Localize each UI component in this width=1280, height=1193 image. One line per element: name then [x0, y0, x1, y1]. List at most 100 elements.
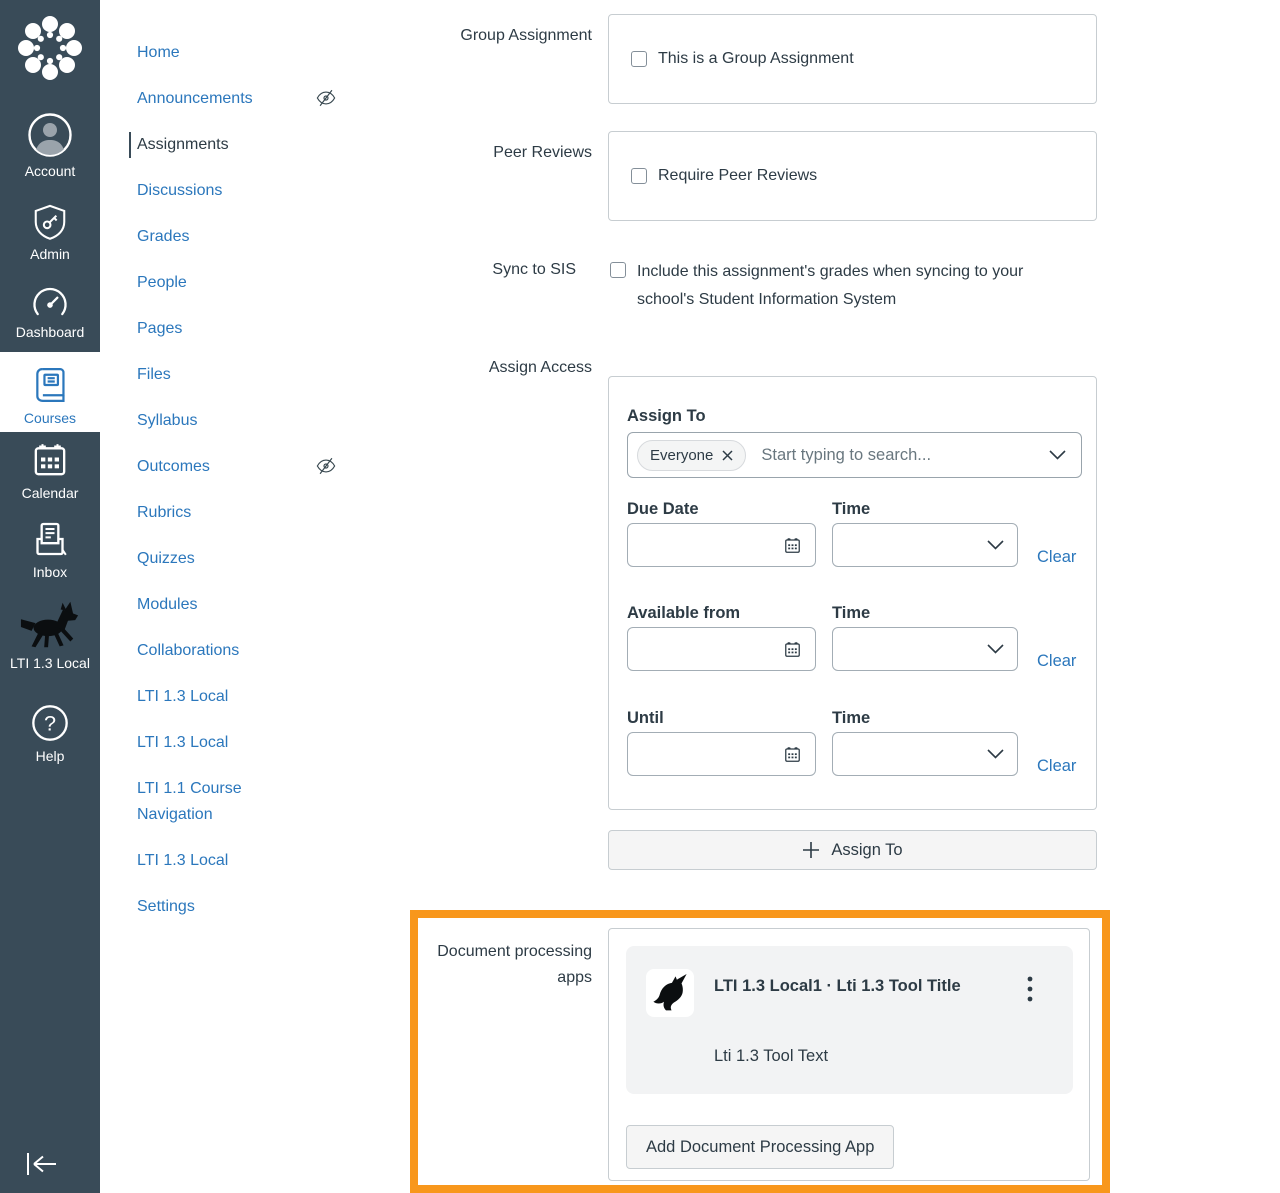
chevron-down-icon[interactable] — [987, 540, 1004, 550]
available-from-time-select[interactable] — [832, 627, 1018, 671]
available-from-time-label: Time — [832, 604, 871, 622]
sidebar-item-dashboard[interactable]: Dashboard — [0, 283, 100, 340]
course-nav-link[interactable]: People — [137, 270, 187, 296]
course-nav-item-announcements[interactable]: Announcements — [137, 86, 337, 112]
inbox-icon — [36, 522, 67, 556]
until-clear-link[interactable]: Clear — [1037, 757, 1076, 776]
course-nav-item-lti-13-local-2[interactable]: LTI 1.3 Local — [137, 730, 337, 756]
group-assignment-box: This is a Group Assignment — [608, 14, 1097, 104]
chevron-down-icon[interactable] — [1049, 450, 1066, 460]
calendar-icon[interactable] — [783, 745, 802, 764]
sidebar-item-account[interactable]: Account — [0, 112, 100, 179]
peer-reviews-checkbox-row[interactable]: Require Peer Reviews — [631, 167, 817, 185]
assign-to-heading: Assign To — [627, 407, 706, 425]
chevron-down-icon[interactable] — [987, 644, 1004, 654]
sync-to-sis-checkbox-row[interactable]: Include this assignment's grades when sy… — [610, 258, 1055, 314]
sidebar-item-inbox[interactable]: Inbox — [0, 519, 100, 580]
unicorn-icon — [20, 601, 79, 648]
course-nav-item-lti-13-local-1[interactable]: LTI 1.3 Local — [137, 684, 337, 710]
course-nav-link[interactable]: Settings — [137, 894, 195, 920]
chevron-down-icon[interactable] — [987, 749, 1004, 759]
course-nav-item-assignments[interactable]: Assignments — [129, 132, 329, 158]
course-nav-item-grades[interactable]: Grades — [137, 224, 337, 250]
course-nav-item-home[interactable]: Home — [137, 40, 337, 66]
due-date-input[interactable] — [627, 523, 816, 567]
available-from-date-input[interactable] — [627, 627, 816, 671]
course-nav-link[interactable]: Rubrics — [137, 500, 191, 526]
course-nav-item-collaborations[interactable]: Collaborations — [137, 638, 337, 664]
course-nav-item-outcomes[interactable]: Outcomes — [137, 454, 337, 480]
assign-to-search-input[interactable] — [759, 444, 1036, 466]
assignment-settings-form: Group Assignment This is a Group Assignm… — [345, 0, 1280, 1193]
sidebar-item-courses[interactable]: Courses — [0, 352, 100, 432]
course-nav-link[interactable]: Pages — [137, 316, 182, 342]
course-nav-item-modules[interactable]: Modules — [137, 592, 337, 618]
course-nav-link[interactable]: LTI 1.3 Local — [137, 848, 228, 874]
course-nav-link[interactable]: Outcomes — [137, 454, 210, 480]
calendar-icon[interactable] — [783, 536, 802, 555]
sidebar-item-lti-13-local[interactable]: LTI 1.3 Local — [0, 600, 100, 671]
course-nav-item-settings[interactable]: Settings — [137, 894, 337, 920]
add-assign-to-button[interactable]: Assign To — [608, 830, 1097, 870]
app-options-kebab-menu[interactable] — [1025, 974, 1035, 1004]
sidebar-item-admin[interactable]: Admin — [0, 203, 100, 262]
course-nav-link[interactable]: Collaborations — [137, 638, 239, 664]
course-nav-item-rubrics[interactable]: Rubrics — [137, 500, 337, 526]
course-nav-item-quizzes[interactable]: Quizzes — [137, 546, 337, 572]
assign-to-combobox[interactable]: Everyone — [627, 432, 1082, 478]
course-nav-item-files[interactable]: Files — [137, 362, 337, 388]
until-label: Until — [627, 709, 664, 727]
add-document-processing-app-button[interactable]: Add Document Processing App — [626, 1125, 895, 1169]
due-date-clear-link[interactable]: Clear — [1037, 548, 1076, 567]
peer-reviews-box: Require Peer Reviews — [608, 131, 1097, 221]
course-nav-item-syllabus[interactable]: Syllabus — [137, 408, 337, 434]
assignee-tag-everyone[interactable]: Everyone — [637, 439, 747, 471]
due-time-select[interactable] — [832, 523, 1018, 567]
add-assign-to-button-label: Assign To — [831, 840, 903, 859]
course-nav-link[interactable]: Quizzes — [137, 546, 195, 572]
collapse-sidebar-button[interactable] — [22, 1149, 62, 1179]
course-nav-link[interactable]: Home — [137, 40, 180, 66]
peer-reviews-checkbox[interactable] — [631, 168, 647, 184]
course-nav-item-lti-13-local-3[interactable]: LTI 1.3 Local — [137, 848, 337, 874]
sync-to-sis-checkbox-label: Include this assignment's grades when sy… — [637, 263, 1024, 308]
due-date-group: Due Date Time Clear — [627, 500, 1087, 570]
course-nav-link[interactable]: Discussions — [137, 178, 222, 204]
available-from-group: Available from Time Clear — [627, 604, 1087, 674]
course-nav-link[interactable]: LTI 1.3 Local — [137, 684, 228, 710]
course-nav-link[interactable]: LTI 1.1 Course Navigation — [137, 776, 299, 828]
sidebar-item-label: Dashboard — [15, 324, 85, 340]
course-nav-link[interactable]: Grades — [137, 224, 189, 250]
lti-app-title: LTI 1.3 Local1 · Lti 1.3 Tool Title — [714, 977, 961, 995]
until-date-input[interactable] — [627, 732, 816, 776]
course-nav-link[interactable]: Modules — [137, 592, 197, 618]
sidebar-item-calendar[interactable]: Calendar — [0, 440, 100, 501]
help-icon: ? — [32, 705, 68, 741]
sync-to-sis-checkbox[interactable] — [610, 262, 626, 278]
course-nav-link[interactable]: Files — [137, 362, 171, 388]
calendar-icon[interactable] — [783, 640, 802, 659]
canvas-logo[interactable] — [14, 12, 86, 84]
lti-app-icon-tile — [646, 969, 694, 1017]
remove-tag-x-icon[interactable] — [722, 449, 733, 461]
sidebar-item-label: LTI 1.3 Local — [10, 655, 90, 671]
sidebar-item-help[interactable]: ? Help — [0, 703, 100, 764]
group-assignment-checkbox-row[interactable]: This is a Group Assignment — [631, 50, 854, 68]
course-nav-link[interactable]: Announcements — [137, 86, 253, 112]
assign-access-box: Assign To Everyone Due Date Time — [608, 376, 1097, 810]
course-nav-link[interactable]: Syllabus — [137, 408, 197, 434]
course-nav-item-pages[interactable]: Pages — [137, 316, 337, 342]
course-nav-link-active[interactable]: Assignments — [137, 132, 229, 158]
sync-to-sis-row-label: Sync to SIS — [492, 261, 576, 278]
course-nav-item-discussions[interactable]: Discussions — [137, 178, 337, 204]
hidden-eye-off-icon — [315, 88, 337, 108]
course-nav-item-lti-11-course-navigation[interactable]: LTI 1.1 Course Navigation — [137, 776, 337, 828]
until-time-select[interactable] — [832, 732, 1018, 776]
group-assignment-checkbox[interactable] — [631, 51, 647, 67]
available-from-label: Available from — [627, 604, 741, 622]
available-from-clear-link[interactable]: Clear — [1037, 652, 1076, 671]
course-nav-item-people[interactable]: People — [137, 270, 337, 296]
unicorn-icon — [653, 974, 687, 1011]
course-nav-link[interactable]: LTI 1.3 Local — [137, 730, 228, 756]
document-processing-card: LTI 1.3 Local1 · Lti 1.3 Tool Title Lti … — [608, 928, 1090, 1181]
